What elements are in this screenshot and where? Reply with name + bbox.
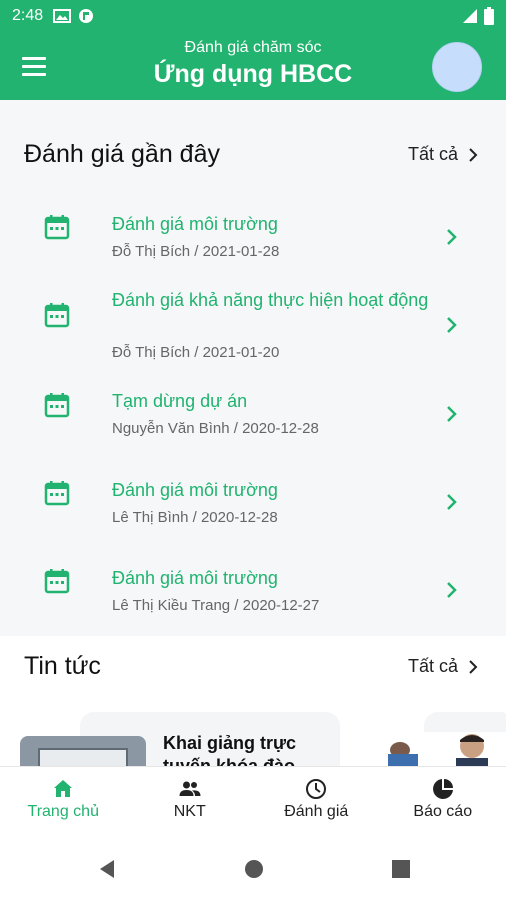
chevron-right-icon (469, 659, 478, 674)
tab-label: Báo cáo (413, 803, 473, 820)
evaluation-list-item[interactable]: Đánh giá môi trường Lê Thị Kiều Trang / … (0, 556, 506, 636)
evaluation-meta: Lê Thị Kiều Trang / 2020-12-27 (112, 597, 320, 614)
tab-label: NKT (173, 803, 206, 820)
evaluation-meta: Đỗ Thị Bích / 2021-01-28 (112, 243, 280, 260)
evaluation-meta: Nguyễn Văn Bình / 2020-12-28 (112, 420, 319, 437)
avatar[interactable] (432, 42, 482, 92)
evaluation-list-item[interactable]: Đánh giá khả năng thực hiện hoạt động Đỗ… (0, 284, 506, 370)
chevron-right-icon (447, 406, 457, 422)
image-notification-icon (53, 9, 72, 23)
chevron-right-icon (447, 229, 457, 245)
evaluation-list-item[interactable]: Đánh giá môi trường Lê Thị Bình / 2020-1… (0, 468, 506, 550)
evaluation-title: Đánh giá môi trường (112, 480, 278, 500)
evaluation-list-item[interactable]: Đánh giá môi trường Đỗ Thị Bích / 2021-0… (0, 200, 506, 280)
recent-evaluations-section: Đánh giá gần đây Tất cả Đánh giá môi trư… (0, 100, 506, 636)
chevron-right-icon (447, 317, 457, 333)
calendar-icon (44, 215, 70, 240)
calendar-icon (44, 303, 70, 328)
back-icon[interactable] (96, 858, 118, 880)
calendar-icon (44, 393, 70, 418)
tab-nkt[interactable]: NKT (127, 767, 254, 836)
tab-label: Trang chủ (27, 803, 99, 820)
app-notification-icon (79, 9, 94, 23)
news-section: Tin tức Tất cả Khai giảng trực tuyến khó… (0, 636, 506, 792)
bottom-navigation: Trang chủ NKT Đánh giá Báo cáo (0, 766, 506, 836)
chevron-right-icon (447, 494, 457, 510)
home-button-icon[interactable] (243, 858, 265, 880)
status-time: 2:48 (12, 7, 44, 24)
news-photo (386, 732, 506, 766)
tab-evaluation[interactable]: Đánh giá (253, 767, 380, 836)
app-bar: Đánh giá chăm sóc Ứng dụng HBCC (0, 32, 506, 100)
pie-chart-icon (432, 779, 453, 799)
battery-icon (484, 7, 494, 25)
evaluation-meta: Lê Thị Bình / 2020-12-28 (112, 509, 278, 526)
people-icon (179, 781, 201, 796)
tab-reports[interactable]: Báo cáo (380, 767, 506, 836)
chevron-right-icon (469, 147, 478, 162)
signal-icon (463, 9, 477, 23)
evaluation-title: Tạm dừng dự án (112, 391, 248, 411)
recent-section-header: Đánh giá gần đây Tất cả (0, 140, 506, 180)
recents-icon[interactable] (390, 858, 412, 880)
app-subtitle: Đánh giá chăm sóc (184, 39, 322, 56)
recent-see-all-link[interactable]: Tất cả (408, 144, 478, 165)
clock-icon (306, 779, 327, 799)
system-navigation-bar (0, 836, 506, 900)
home-icon (54, 780, 73, 797)
recent-section-title: Đánh giá gần đây (24, 140, 220, 168)
evaluation-list-item[interactable]: Tạm dừng dự án Nguyễn Văn Bình / 2020-12… (0, 380, 506, 460)
status-bar: 2:48 (0, 0, 506, 32)
see-all-label: Tất cả (407, 144, 458, 164)
app-title: Ứng dụng HBCC (153, 60, 353, 88)
news-section-title: Tin tức (24, 652, 101, 680)
evaluation-title: Đánh giá môi trường (112, 214, 278, 234)
chevron-right-icon (447, 582, 457, 598)
calendar-icon (44, 569, 70, 594)
evaluation-meta: Đỗ Thị Bích / 2021-01-20 (112, 344, 280, 361)
news-title: Khai giảng trực tuyến khóa đào (163, 733, 297, 766)
tab-label: Đánh giá (284, 803, 349, 820)
tab-home[interactable]: Trang chủ (0, 767, 127, 836)
news-see-all-link[interactable]: Tất cả (408, 656, 478, 677)
calendar-icon (44, 481, 70, 506)
news-section-header: Tin tức Tất cả (0, 652, 506, 692)
evaluation-title: Đánh giá môi trường (112, 568, 278, 588)
evaluation-title: Đánh giá khả năng thực hiện hoạt động (112, 290, 429, 310)
see-all-label: Tất cả (407, 656, 458, 676)
